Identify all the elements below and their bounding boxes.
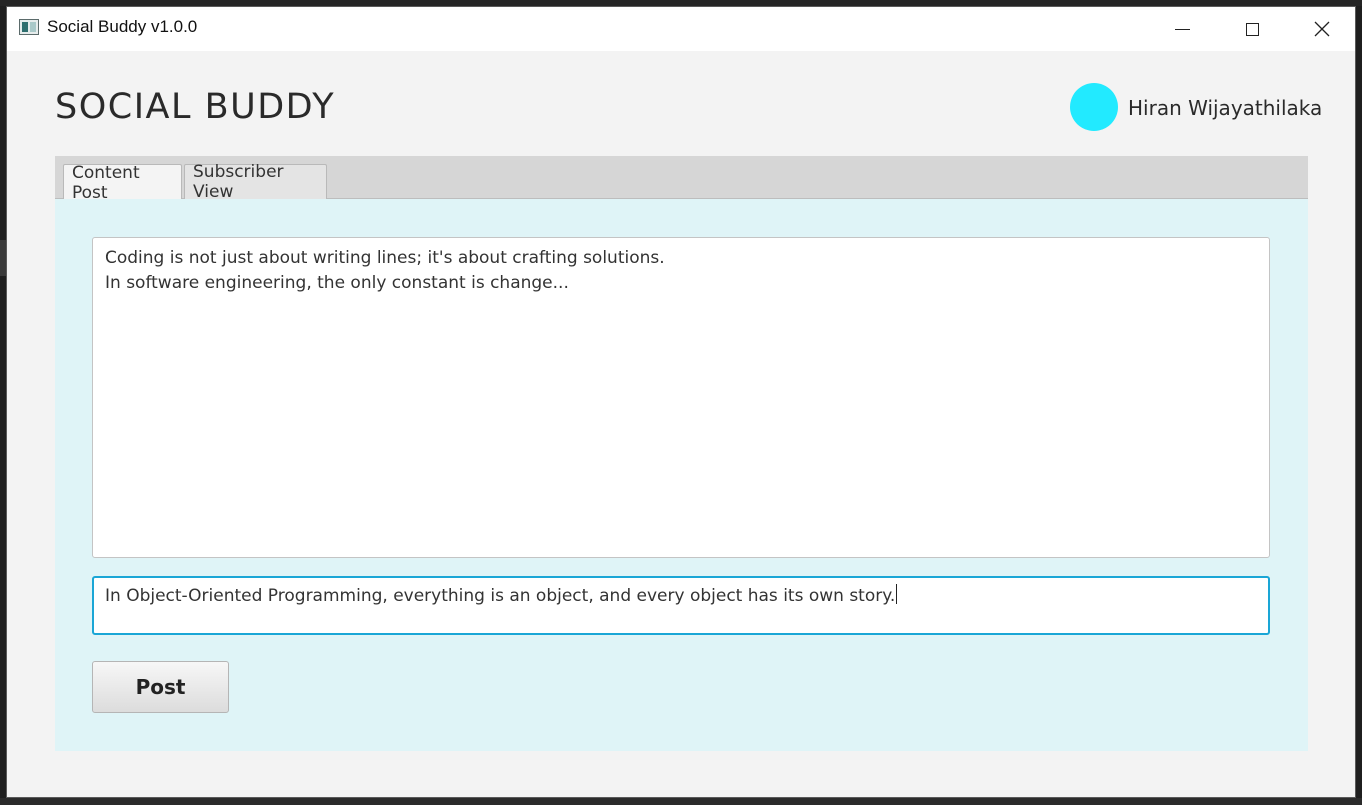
content-post-panel: Coding is not just about writing lines; …: [55, 199, 1308, 751]
avatar: [1070, 83, 1118, 131]
post-line: Coding is not just about writing lines; …: [105, 248, 665, 268]
posts-text-area[interactable]: Coding is not just about writing lines; …: [92, 237, 1270, 558]
window-title: Social Buddy v1.0.0: [47, 17, 198, 36]
minimize-icon: [1174, 28, 1190, 30]
title-bar[interactable]: Social Buddy v1.0.0: [7, 7, 1355, 51]
desktop-background-bottom: [0, 798, 1362, 805]
app-title: SOCIAL BUDDY: [55, 87, 336, 127]
maximize-button[interactable]: [1229, 7, 1275, 51]
text-cursor: [896, 584, 898, 604]
app-window: Social Buddy v1.0.0 SOCIAL BUDDY Hiran W…: [6, 6, 1356, 798]
tab-header: Content Post Subscriber View: [55, 156, 1308, 203]
app-icon: [19, 19, 39, 35]
post-input-text: In Object-Oriented Programming, everythi…: [105, 586, 896, 606]
tab-pane: Content Post Subscriber View Coding is n…: [55, 156, 1308, 751]
post-line: In software engineering, the only consta…: [105, 273, 569, 293]
minimize-button[interactable]: [1159, 7, 1205, 51]
maximize-icon: [1245, 22, 1259, 36]
close-icon: [1314, 21, 1330, 37]
post-button[interactable]: Post: [92, 661, 229, 713]
tab-subscriber-view[interactable]: Subscriber View: [184, 162, 327, 202]
tab-content-post[interactable]: Content Post: [63, 163, 182, 203]
close-button[interactable]: [1299, 7, 1345, 51]
post-input-field[interactable]: In Object-Oriented Programming, everythi…: [92, 576, 1270, 635]
user-name: Hiran Wijayathilaka: [1128, 96, 1323, 120]
